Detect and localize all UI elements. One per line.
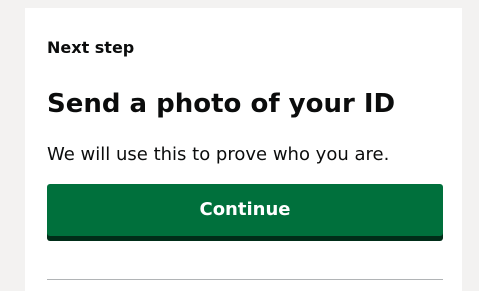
page-title: Send a photo of your ID [47,89,396,119]
next-step-card: Next step Send a photo of your ID We wil… [25,8,462,291]
section-divider [47,279,443,280]
description-text: We will use this to prove who you are. [47,144,390,165]
step-caption: Next step [47,38,135,57]
continue-button[interactable]: Continue [47,184,443,236]
